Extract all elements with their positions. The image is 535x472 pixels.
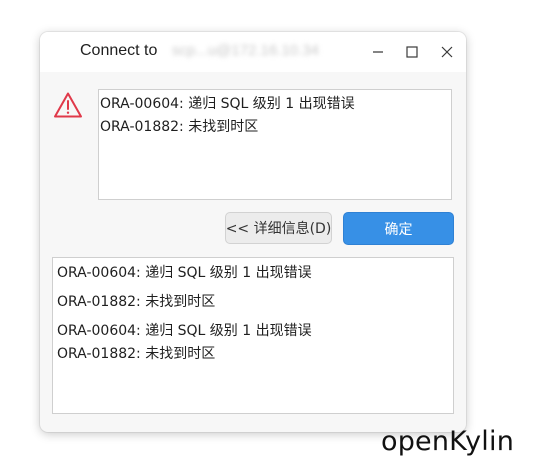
message-text-box[interactable]: ORA-00604: 递归 SQL 级别 1 出现错误 ORA-01882: 未… [98,89,452,200]
details-button[interactable]: << 详细信息(D) [225,212,332,244]
ok-button[interactable]: 确定 [343,212,454,245]
details-text-box[interactable]: ORA-00604: 递归 SQL 级别 1 出现错误 ORA-01882: 未… [52,257,454,414]
close-button[interactable] [435,40,459,64]
message-line: ORA-00604: 递归 SQL 级别 1 出现错误 [100,96,355,112]
window-title-host-blurred: scp...u@172.16.10.34 [172,42,319,59]
close-icon [441,46,453,58]
window-title: Connect to [80,42,158,59]
maximize-icon [406,46,418,58]
detail-line: ORA-00604: 递归 SQL 级别 1 出现错误 [57,323,312,339]
maximize-button[interactable] [400,40,424,64]
detail-line: ORA-01882: 未找到时区 [57,294,216,310]
title-bar[interactable]: Connect to scp...u@172.16.10.34 [40,32,466,72]
message-line: ORA-01882: 未找到时区 [100,119,259,135]
error-dialog: Connect to scp...u@172.16.10.34 ORA-0060… [40,32,466,432]
detail-line: ORA-01882: 未找到时区 [57,346,216,362]
minimize-button[interactable] [366,40,390,64]
warning-icon [54,92,82,118]
minimize-icon [373,51,383,53]
openkylin-watermark: openKylin [381,426,515,457]
detail-line: ORA-00604: 递归 SQL 级别 1 出现错误 [57,265,312,281]
